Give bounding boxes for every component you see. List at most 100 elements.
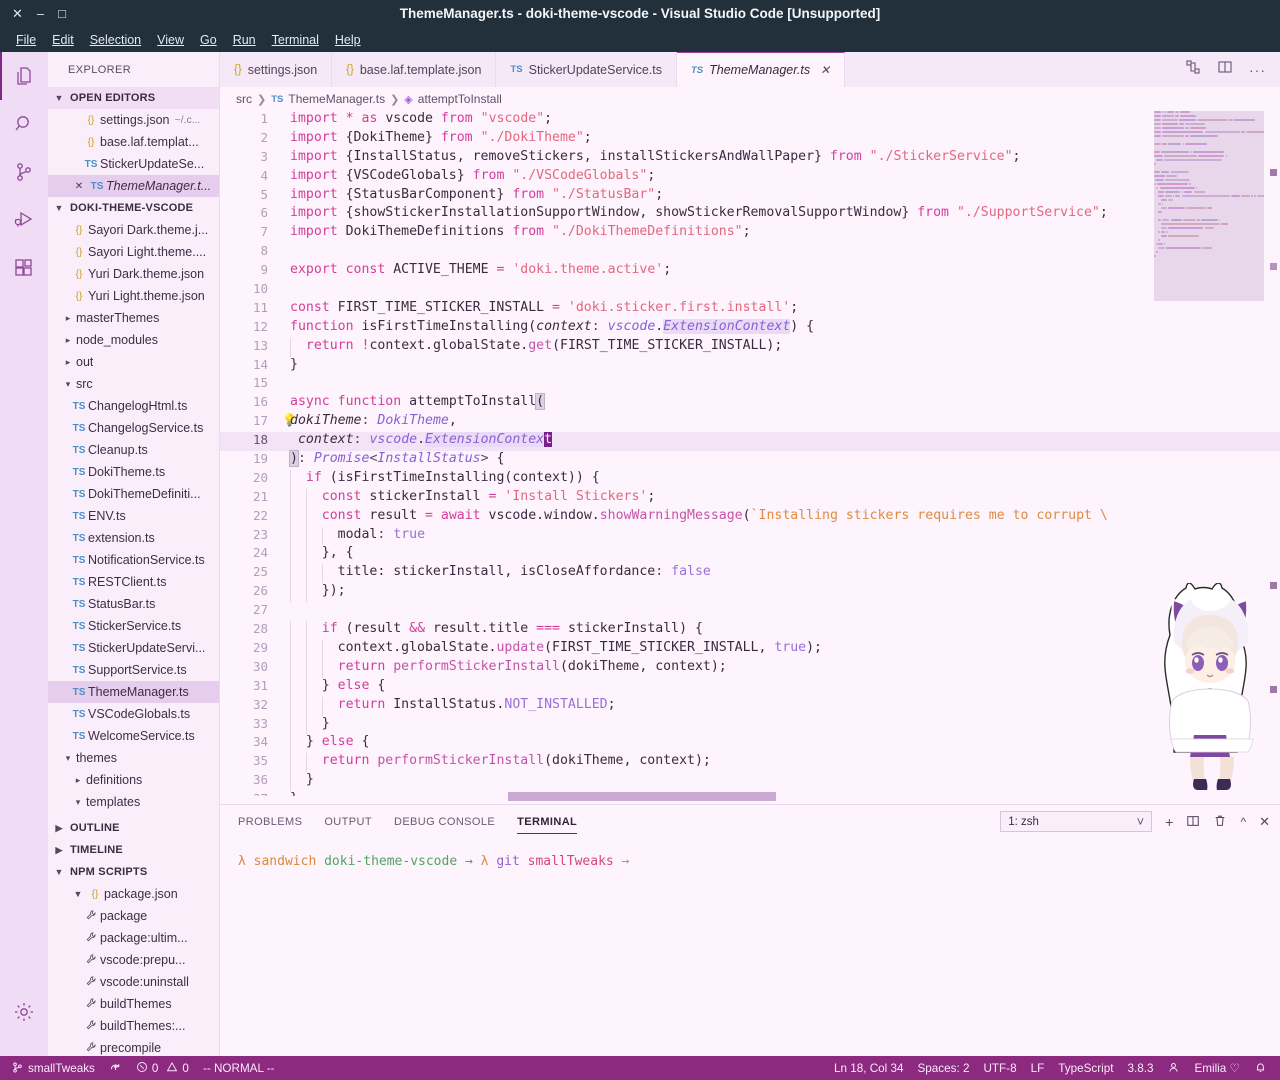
section-open-editors[interactable]: ▼ OPEN EDITORS	[48, 87, 219, 109]
close-panel-icon[interactable]: ✕	[1259, 815, 1270, 828]
maximize-window-button[interactable]: □	[58, 7, 66, 20]
file-tree-item[interactable]: ▸ node_modules	[48, 329, 219, 351]
code-line[interactable]: 16 async function attemptToInstall(	[220, 393, 1280, 413]
file-tree-item[interactable]: TS NotificationService.ts	[48, 549, 219, 571]
npm-script-item[interactable]: package:ultim...	[48, 927, 219, 949]
minimap[interactable]	[1154, 111, 1264, 796]
file-tree-item[interactable]: TS DokiThemeDefiniti...	[48, 483, 219, 505]
file-tree-item[interactable]: TS RESTClient.ts	[48, 571, 219, 593]
status-ts-version[interactable]: 3.8.3	[1120, 1056, 1160, 1080]
code-line[interactable]: 20 if (isFirstTimeInstalling(context)) {	[220, 469, 1280, 489]
file-tree-item[interactable]: {} Sayori Light.theme....	[48, 241, 219, 263]
status-notifications[interactable]	[1247, 1056, 1274, 1080]
file-tree-item[interactable]: {} Yuri Light.theme.json	[48, 285, 219, 307]
code-line[interactable]: 23 modal: true	[220, 526, 1280, 546]
more-actions-icon[interactable]: ···	[1249, 62, 1266, 78]
tab-close-icon[interactable]: ✕	[820, 63, 830, 77]
code-line[interactable]: 5 import {StatusBarComponent} from "./Sta…	[220, 187, 1280, 206]
panel-tab-output[interactable]: OUTPUT	[324, 805, 372, 838]
minimap-slider[interactable]	[1154, 111, 1264, 301]
code-line[interactable]: 9 export const ACTIVE_THEME = 'doki.theme…	[220, 262, 1280, 281]
activitybar-item-run-debug[interactable]	[0, 196, 48, 244]
menu-go[interactable]: Go	[192, 31, 225, 49]
file-tree-item[interactable]: ▾ src	[48, 373, 219, 395]
file-tree-item[interactable]: TS StickerUpdateServi...	[48, 637, 219, 659]
scrollbar-thumb[interactable]	[508, 792, 776, 801]
file-tree-item[interactable]: ▸ out	[48, 351, 219, 373]
menu-view[interactable]: View	[149, 31, 192, 49]
code-line[interactable]: 30 return performStickerInstall(dokiThem…	[220, 658, 1280, 678]
minimize-window-button[interactable]: –	[37, 7, 44, 20]
menu-help[interactable]: Help	[327, 31, 369, 49]
section-project[interactable]: ▼ DOKI-THEME-VSCODE	[48, 197, 219, 219]
status-cursor-position[interactable]: Ln 18, Col 34	[827, 1056, 911, 1080]
code-line[interactable]: 8	[220, 243, 1280, 262]
open-editor-item-active[interactable]: ✕ TS ThemeManager.t...	[48, 175, 219, 197]
breadcrumb-file[interactable]: ThemeManager.ts	[288, 92, 385, 106]
code-line[interactable]: 27	[220, 602, 1280, 621]
kill-terminal-icon[interactable]	[1213, 814, 1227, 830]
code-line[interactable]: 7 import DokiThemeDefinitions from "./Dok…	[220, 224, 1280, 243]
code-line[interactable]: 6 import {showStickerInstallationSupportW…	[220, 205, 1280, 224]
maximize-panel-icon[interactable]: ^	[1240, 816, 1246, 828]
status-indentation[interactable]: Spaces: 2	[910, 1056, 976, 1080]
open-editor-item[interactable]: {} settings.json ~/.c...	[48, 109, 219, 131]
code-line[interactable]: 4 import {VSCodeGlobals} from "./VSCodeGl…	[220, 168, 1280, 187]
code-line[interactable]: 33 }	[220, 715, 1280, 735]
code-line[interactable]: 36 }	[220, 772, 1280, 792]
npm-script-item[interactable]: vscode:uninstall	[48, 971, 219, 993]
npm-script-item[interactable]: precompile	[48, 1037, 219, 1056]
npm-script-item[interactable]: buildThemes	[48, 993, 219, 1015]
file-tree-item[interactable]: TS ChangelogHtml.ts	[48, 395, 219, 417]
menu-file[interactable]: File	[8, 31, 44, 49]
code-line[interactable]: 22 const result = await vscode.window.sh…	[220, 507, 1280, 527]
file-tree-item[interactable]: TS extension.ts	[48, 527, 219, 549]
code-line[interactable]: 32 return InstallStatus.NOT_INSTALLED;	[220, 696, 1280, 716]
code-line[interactable]: 18 context: vscode.ExtensionContext	[220, 432, 1280, 452]
file-tree-item[interactable]: TS ChangelogService.ts	[48, 417, 219, 439]
terminal-output[interactable]: λ sandwich doki-theme-vscode → λ git sma…	[220, 838, 1280, 1057]
split-editor-icon[interactable]	[1217, 59, 1233, 80]
code-line[interactable]: 25 title: stickerInstall, isCloseAfforda…	[220, 564, 1280, 584]
section-outline[interactable]: ▶ OUTLINE	[48, 817, 219, 839]
file-tree-item[interactable]: TS WelcomeService.ts	[48, 725, 219, 747]
code-line[interactable]: 1 import * as vscode from "vscode";	[220, 111, 1280, 130]
panel-tab-debug-console[interactable]: DEBUG CONSOLE	[394, 805, 495, 838]
npm-script-item[interactable]: package	[48, 905, 219, 927]
code-line[interactable]: 24 }, {	[220, 545, 1280, 565]
code-line[interactable]: 15	[220, 375, 1280, 394]
editor-horizontal-scrollbar[interactable]	[290, 792, 1280, 801]
menu-terminal[interactable]: Terminal	[264, 31, 327, 49]
npm-script-item[interactable]: buildThemes:...	[48, 1015, 219, 1037]
breadcrumb-folder[interactable]: src	[236, 92, 252, 106]
status-sync[interactable]	[102, 1056, 129, 1080]
activitybar-item-extensions[interactable]	[0, 244, 48, 292]
activitybar-item-search[interactable]	[0, 100, 48, 148]
new-terminal-icon[interactable]: +	[1165, 815, 1173, 829]
status-encoding[interactable]: UTF-8	[976, 1056, 1023, 1080]
split-terminal-icon[interactable]	[1186, 814, 1200, 830]
code-line[interactable]: 28 if (result && result.title === sticke…	[220, 621, 1280, 640]
editor-vertical-scrollbar[interactable]	[1266, 111, 1280, 796]
file-tree-item[interactable]: ▸ definitions	[48, 769, 219, 791]
file-tree-item[interactable]: ▾ themes	[48, 747, 219, 769]
file-tree-item[interactable]: TS StickerService.ts	[48, 615, 219, 637]
file-tree-item[interactable]: TS ENV.ts	[48, 505, 219, 527]
tab-theme-manager-ts[interactable]: TS ThemeManager.ts ✕	[677, 52, 846, 87]
split-changes-icon[interactable]	[1185, 59, 1201, 80]
status-remote-indicator[interactable]	[1160, 1056, 1187, 1080]
code-line[interactable]: 35 return performStickerInstall(dokiThem…	[220, 753, 1280, 773]
file-tree-item[interactable]: TS ThemeManager.ts	[48, 681, 219, 703]
activitybar-item-explorer[interactable]	[0, 52, 48, 100]
open-editor-item[interactable]: TS StickerUpdateSe...	[48, 153, 219, 175]
code-line[interactable]: 11 const FIRST_TIME_STICKER_INSTALL = 'do…	[220, 300, 1280, 319]
close-icon[interactable]: ✕	[70, 181, 88, 192]
tab-settings-json[interactable]: {} settings.json	[220, 52, 333, 87]
menu-run[interactable]: Run	[225, 31, 264, 49]
npm-package-json[interactable]: ▼ {} package.json	[48, 883, 219, 905]
code-line[interactable]: 21 const stickerInstall = 'Install Stick…	[220, 488, 1280, 508]
code-editor[interactable]: 1 import * as vscode from "vscode"; 2 impor…	[220, 111, 1280, 796]
file-tree-item[interactable]: TS DokiTheme.ts	[48, 461, 219, 483]
code-line[interactable]: 10	[220, 281, 1280, 300]
code-line[interactable]: 29 context.globalState.update(FIRST_TIME…	[220, 639, 1280, 659]
